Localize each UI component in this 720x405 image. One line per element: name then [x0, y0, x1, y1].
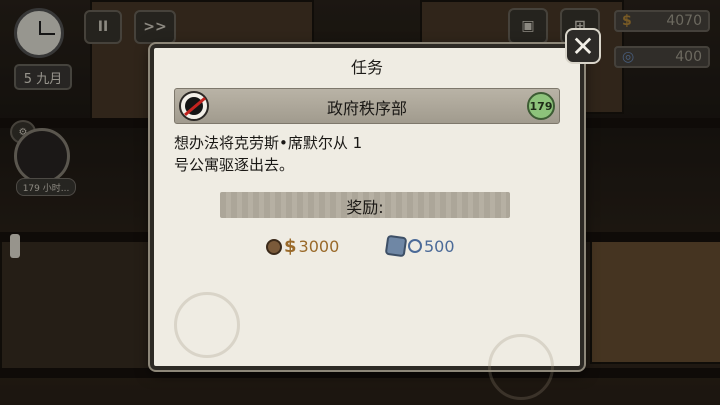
faction-bar: 政府秩序部 179 — [174, 88, 560, 124]
reputation-icon — [408, 239, 422, 253]
reputation-badge-icon — [384, 234, 408, 258]
reputation-reward: 500 — [384, 234, 455, 258]
faction-badge: 179 — [527, 92, 555, 120]
task-dialog: 任务 政府秩序部 179 想办法将克劳斯•席默尔从 1 号公寓驱逐出去。 奖励:… — [150, 44, 584, 400]
faction-name: 政府秩序部 — [326, 99, 407, 118]
watermark-decoration — [488, 334, 554, 400]
reward-label: 奖励: — [346, 198, 384, 217]
coins-icon — [266, 238, 282, 255]
reward-header: 奖励: — [220, 192, 510, 218]
close-button[interactable]: ✕ — [565, 28, 601, 64]
watermark-decoration — [174, 292, 240, 358]
dollar-icon: $ — [284, 236, 297, 257]
task-description: 想办法将克劳斯•席默尔从 1 号公寓驱逐出去。 — [174, 134, 363, 174]
reputation-reward-value: 500 — [424, 236, 455, 256]
money-reward: $ 3000 — [266, 236, 339, 257]
money-reward-value: 3000 — [298, 237, 340, 256]
dialog-title: 任务 — [350, 58, 383, 77]
